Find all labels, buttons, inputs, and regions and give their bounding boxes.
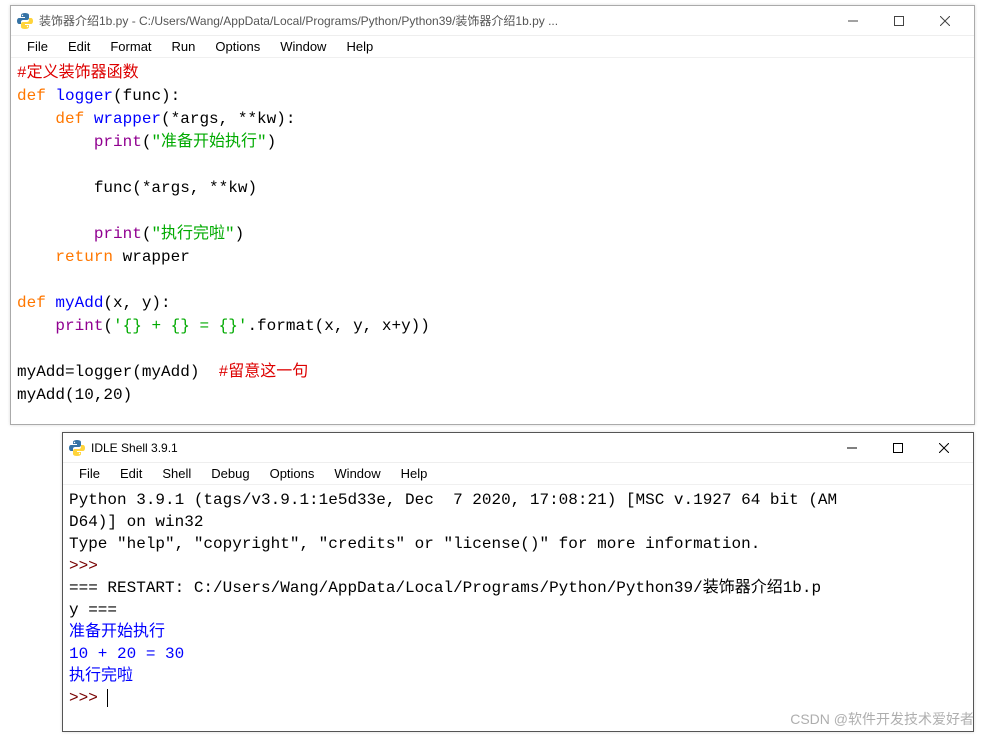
shell-output-area[interactable]: Python 3.9.1 (tags/v3.9.1:1e5d33e, Dec 7… [63, 485, 973, 713]
shell-prompt: >>> [69, 689, 98, 707]
menu-file[interactable]: File [69, 464, 110, 483]
shell-window-controls [829, 434, 967, 462]
menu-edit[interactable]: Edit [110, 464, 152, 483]
menu-window[interactable]: Window [324, 464, 390, 483]
menu-options[interactable]: Options [205, 37, 270, 56]
text-cursor [107, 689, 108, 707]
shell-output: 10 + 20 = 30 [69, 645, 184, 663]
code-indent [17, 225, 94, 243]
close-button[interactable] [921, 434, 967, 462]
maximize-button[interactable] [875, 434, 921, 462]
code-text: myAdd(10,20) [17, 386, 132, 404]
code-keyword: def [17, 87, 46, 105]
shell-restart: y === [69, 601, 117, 619]
code-text: func(*args, **kw) [94, 179, 257, 197]
shell-menubar: File Edit Shell Debug Options Window Hel… [63, 463, 973, 485]
editor-menubar: File Edit Format Run Options Window Help [11, 36, 974, 58]
shell-output: 执行完啦 [69, 667, 133, 685]
code-indent [17, 133, 94, 151]
menu-shell[interactable]: Shell [152, 464, 201, 483]
maximize-button[interactable] [876, 7, 922, 35]
code-funcname: wrapper [84, 110, 161, 128]
code-text: (*args, **kw): [161, 110, 295, 128]
editor-window-controls [830, 7, 968, 35]
code-funcname: myAdd [46, 294, 104, 312]
close-button[interactable] [922, 7, 968, 35]
code-comment: #定义装饰器函数 [17, 64, 139, 82]
code-builtin: print [55, 317, 103, 335]
menu-window[interactable]: Window [270, 37, 336, 56]
menu-run[interactable]: Run [162, 37, 206, 56]
code-comment: #留意这一句 [219, 363, 309, 381]
menu-debug[interactable]: Debug [201, 464, 259, 483]
code-builtin: print [94, 133, 142, 151]
code-indent [17, 248, 55, 266]
minimize-button[interactable] [830, 7, 876, 35]
code-text: .format(x, y, x+y)) [247, 317, 429, 335]
code-text: wrapper [113, 248, 190, 266]
code-text: ( [142, 133, 152, 151]
code-string: "执行完啦" [151, 225, 234, 243]
menu-edit[interactable]: Edit [58, 37, 100, 56]
python-icon [69, 440, 85, 456]
code-string: "准备开始执行" [151, 133, 266, 151]
editor-window: 装饰器介绍1b.py - C:/Users/Wang/AppData/Local… [10, 5, 975, 425]
menu-help[interactable]: Help [391, 464, 438, 483]
code-builtin: print [94, 225, 142, 243]
code-text: ( [142, 225, 152, 243]
code-text: (func): [113, 87, 180, 105]
code-text: (x, y): [103, 294, 170, 312]
code-keyword: def [55, 110, 84, 128]
code-text: ( [103, 317, 113, 335]
shell-window: IDLE Shell 3.9.1 File Edit Shell Debug O… [62, 432, 974, 732]
code-keyword: return [55, 248, 113, 266]
shell-title: IDLE Shell 3.9.1 [91, 441, 829, 455]
python-icon [17, 13, 33, 29]
code-indent [17, 317, 55, 335]
editor-titlebar[interactable]: 装饰器介绍1b.py - C:/Users/Wang/AppData/Local… [11, 6, 974, 36]
editor-title: 装饰器介绍1b.py - C:/Users/Wang/AppData/Local… [39, 12, 830, 29]
code-string: '{} + {} = {}' [113, 317, 247, 335]
code-text: ) [235, 225, 245, 243]
shell-output: 准备开始执行 [69, 623, 165, 641]
code-keyword: def [17, 294, 46, 312]
menu-options[interactable]: Options [260, 464, 325, 483]
menu-help[interactable]: Help [336, 37, 383, 56]
shell-banner: D64)] on win32 [69, 513, 203, 531]
watermark: CSDN @软件开发技术爱好者 [790, 709, 974, 729]
shell-banner: Type "help", "copyright", "credits" or "… [69, 535, 760, 553]
code-indent [17, 110, 55, 128]
shell-prompt: >>> [69, 557, 98, 575]
shell-banner: Python 3.9.1 (tags/v3.9.1:1e5d33e, Dec 7… [69, 491, 837, 509]
code-indent [17, 179, 94, 197]
shell-titlebar[interactable]: IDLE Shell 3.9.1 [63, 433, 973, 463]
code-text: ) [267, 133, 277, 151]
editor-code-area[interactable]: #定义装饰器函数 def logger(func): def wrapper(*… [11, 58, 974, 411]
menu-file[interactable]: File [17, 37, 58, 56]
menu-format[interactable]: Format [100, 37, 161, 56]
code-text: myAdd=logger(myAdd) [17, 363, 219, 381]
code-funcname: logger [46, 87, 113, 105]
shell-restart: === RESTART: C:/Users/Wang/AppData/Local… [69, 579, 821, 597]
minimize-button[interactable] [829, 434, 875, 462]
